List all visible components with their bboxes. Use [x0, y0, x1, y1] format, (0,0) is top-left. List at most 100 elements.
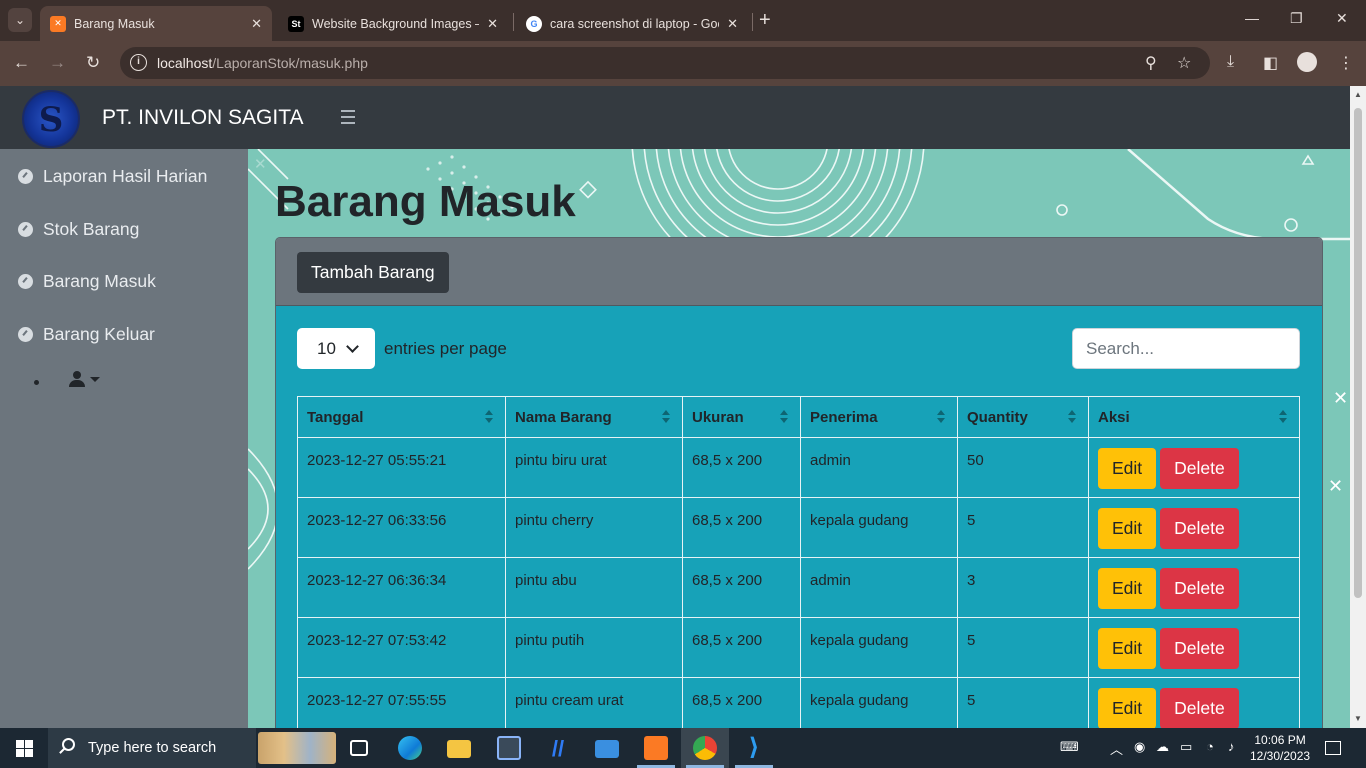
edit-button[interactable]: Edit [1098, 448, 1157, 489]
table-header-row: Tanggal Nama Barang Ukuran Penerima Quan… [297, 396, 1300, 438]
sidebar-item-label: Laporan Hasil Harian [43, 166, 208, 186]
company-logo[interactable]: S [22, 90, 80, 148]
menu-kebab-icon[interactable]: ⋮ [1338, 53, 1354, 73]
keyboard-icon[interactable]: ⌨ [1060, 739, 1079, 755]
sidebar-item-barang-keluar[interactable]: Barang Keluar [18, 324, 155, 345]
site-info-icon[interactable]: i [130, 54, 147, 71]
page-scrollbar[interactable]: ▲ ▼ [1350, 86, 1366, 728]
cell-penerima: kepala gudang [800, 617, 958, 678]
notification-icon[interactable] [1325, 741, 1341, 755]
sidebar-toggle-icon[interactable] [341, 110, 355, 128]
new-tab-icon[interactable]: + [759, 9, 771, 32]
meet-now-icon[interactable]: ◉ [1134, 739, 1145, 755]
task-view-icon[interactable] [350, 740, 368, 756]
edit-button[interactable]: Edit [1098, 568, 1157, 609]
user-dropdown[interactable] [34, 371, 100, 387]
scroll-thumb[interactable] [1354, 108, 1362, 598]
profile-icon[interactable] [1297, 52, 1317, 72]
forward-icon[interactable]: → [49, 53, 66, 73]
google-icon: G [526, 15, 542, 32]
browser-tab-active[interactable]: ✕ Barang Masuk ✕ [40, 6, 272, 41]
top-navbar: S PT. INVILON SAGITA [0, 86, 1350, 149]
clock-time: 10:06 PM [1254, 733, 1306, 747]
sort-icon [485, 410, 493, 423]
tab-search-icon[interactable]: ⌄ [8, 8, 32, 32]
scroll-down-icon[interactable]: ▼ [1354, 714, 1362, 723]
entries-per-page-select[interactable]: 10 [297, 328, 375, 369]
table-row: 2023-12-27 07:53:42 pintu putih 68,5 x 2… [297, 617, 1300, 678]
browser-tab[interactable]: G cara screenshot di laptop - Goo ✕ [516, 6, 748, 41]
zoom-icon[interactable]: ⚲ [1145, 53, 1157, 73]
chrome-icon[interactable] [693, 736, 717, 760]
windows-start-icon[interactable] [16, 740, 33, 757]
column-header-quantity[interactable]: Quantity [957, 396, 1089, 438]
taskbar-search-text: Type here to search [88, 740, 217, 756]
store-icon[interactable] [497, 736, 521, 760]
column-header-penerima[interactable]: Penerima [800, 396, 958, 438]
url-text[interactable]: localhost/LaporanStok/masuk.php [157, 55, 368, 71]
delete-button[interactable]: Delete [1160, 568, 1239, 609]
xampp-icon: ✕ [50, 15, 66, 32]
edit-button[interactable]: Edit [1098, 628, 1157, 669]
file-explorer-icon[interactable] [447, 740, 471, 758]
sort-icon [780, 410, 788, 423]
back-icon[interactable]: ← [13, 53, 30, 73]
cell-aksi: Edit Delete [1088, 497, 1300, 558]
wifi-icon[interactable]: ◔ [1206, 739, 1214, 754]
column-header-aksi[interactable]: Aksi [1088, 396, 1300, 438]
xampp-taskbar-icon[interactable] [644, 736, 668, 760]
sidebar-item-stok-barang[interactable]: Stok Barang [18, 219, 139, 240]
delete-button[interactable]: Delete [1160, 508, 1239, 549]
tab-close-icon[interactable]: ✕ [487, 16, 498, 32]
edit-button[interactable]: Edit [1098, 688, 1157, 728]
tab-close-icon[interactable]: ✕ [727, 16, 738, 32]
edit-button[interactable]: Edit [1098, 508, 1157, 549]
column-header-nama-barang[interactable]: Nama Barang [505, 396, 683, 438]
system-clock[interactable]: 10:06 PM 12/30/2023 [1250, 732, 1310, 764]
editor-icon[interactable]: // [546, 736, 570, 761]
cell-quantity: 5 [957, 617, 1089, 678]
minimize-icon[interactable]: — [1245, 10, 1259, 26]
mail-icon[interactable] [595, 740, 619, 758]
sidebar-item-laporan-hasil-harian[interactable]: Laporan Hasil Harian [18, 166, 207, 187]
cell-penerima: admin [800, 557, 958, 618]
card-header: Tambah Barang [276, 238, 1322, 306]
tab-close-icon[interactable]: ✕ [251, 16, 262, 32]
url-path: /LaporanStok/masuk.php [212, 55, 368, 71]
widgets-icon[interactable] [258, 732, 336, 764]
main-content: ✕ ✕ ✕ Barang Masuk Tambah Barang 10 entr… [248, 149, 1350, 728]
cell-aksi: Edit Delete [1088, 617, 1300, 678]
download-icon[interactable]: ⤓ [1227, 53, 1234, 71]
user-icon [69, 371, 85, 387]
clock-date: 12/30/2023 [1250, 749, 1311, 763]
add-item-button[interactable]: Tambah Barang [297, 252, 449, 293]
chevron-up-icon[interactable]: ︿ [1110, 739, 1123, 758]
column-header-tanggal[interactable]: Tanggal [297, 396, 506, 438]
vscode-icon[interactable]: ⟩ [742, 736, 766, 760]
battery-icon[interactable]: ▭ [1180, 739, 1192, 755]
restore-icon[interactable]: ❐ [1290, 10, 1303, 27]
search-input[interactable] [1072, 328, 1300, 369]
cell-tanggal: 2023-12-27 07:53:42 [297, 617, 506, 678]
scroll-up-icon[interactable]: ▲ [1354, 90, 1362, 99]
bookmark-star-icon[interactable]: ☆ [1177, 53, 1191, 73]
cell-ukuran: 68,5 x 200 [682, 437, 801, 498]
delete-button[interactable]: Delete [1160, 628, 1239, 669]
browser-tab[interactable]: St Website Background Images – I ✕ [278, 6, 508, 41]
cloud-icon[interactable]: ☁ [1156, 739, 1169, 755]
omnibox[interactable]: i localhost/LaporanStok/masuk.php ⚲ ☆ [120, 47, 1210, 79]
delete-button[interactable]: Delete [1160, 448, 1239, 489]
page-viewport: S PT. INVILON SAGITA Laporan Hasil Haria… [0, 86, 1350, 728]
side-panel-icon[interactable]: ◧ [1263, 53, 1278, 73]
sidebar-item-barang-masuk[interactable]: Barang Masuk [18, 271, 156, 292]
edge-icon[interactable] [398, 736, 422, 760]
svg-text:✕: ✕ [1333, 388, 1348, 408]
column-header-ukuran[interactable]: Ukuran [682, 396, 801, 438]
window-close-icon[interactable]: ✕ [1336, 10, 1348, 27]
reload-icon[interactable]: ↻ [86, 53, 100, 73]
caret-down-icon [90, 376, 100, 382]
taskbar-search[interactable]: Type here to search [48, 728, 256, 768]
volume-icon[interactable]: ♪ [1228, 739, 1235, 754]
delete-button[interactable]: Delete [1160, 688, 1239, 728]
brand-name[interactable]: PT. INVILON SAGITA [102, 106, 304, 130]
